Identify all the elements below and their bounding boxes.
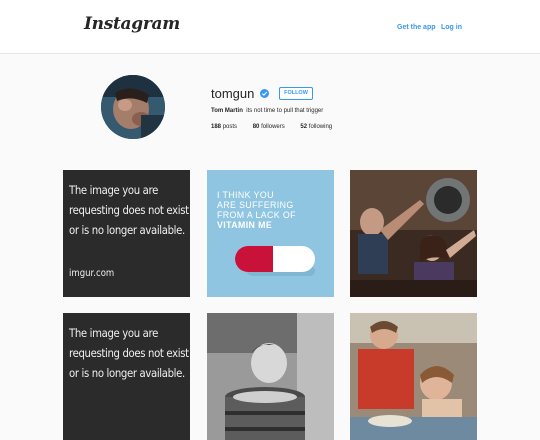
profile-bio-text: its not time to pull that trigger (246, 108, 324, 114)
posts-stat: 188 posts (211, 124, 237, 130)
imgur-line: The image you are (69, 183, 158, 197)
kids-eating-photo (350, 313, 477, 440)
imgur-missing-message: The image you are requesting does not ex… (69, 180, 189, 240)
verified-badge-icon (260, 89, 269, 98)
posts-count: 188 (211, 124, 222, 130)
profile-avatar[interactable] (101, 75, 165, 139)
party-photo (350, 170, 477, 297)
followers-count: 80 (252, 124, 260, 130)
profile-full-name: Tom Martin (211, 108, 243, 114)
post-tile[interactable] (207, 313, 334, 440)
profile-stats: 188 posts 80 followers 52 following (211, 124, 346, 130)
posts-label: posts (222, 124, 238, 130)
imgur-line: requesting does not exist (69, 346, 189, 360)
imgur-line: or is no longer available. (69, 366, 185, 380)
following-count: 52 (300, 124, 308, 130)
post-tile[interactable] (350, 313, 477, 440)
pill-illustration (235, 246, 315, 276)
imgur-site-label: imgur.com (69, 268, 115, 279)
following-label: following (308, 124, 333, 130)
get-the-app-link[interactable]: Get the app (397, 24, 436, 31)
avatar-photo (101, 75, 165, 139)
follow-button[interactable]: FOLLOW (279, 87, 313, 100)
profile-username: tomgun (211, 86, 255, 101)
post-tile[interactable] (350, 170, 477, 297)
post-tile[interactable]: The image you are requesting does not ex… (63, 313, 190, 440)
imgur-line: requesting does not exist (69, 203, 189, 217)
post-tile[interactable]: I THINK YOU ARE SUFFERING FROM A LACK OF… (207, 170, 334, 297)
log-in-link[interactable]: Log in (441, 24, 462, 31)
imgur-missing-message: The image you are requesting does not ex… (69, 323, 189, 383)
imgur-line: or is no longer available. (69, 223, 185, 237)
imgur-line: The image you are (69, 326, 158, 340)
followers-label: followers (261, 124, 285, 130)
post-tile[interactable]: The image you are requesting does not ex… (63, 170, 190, 297)
instagram-logo[interactable]: Instagram (84, 14, 180, 34)
top-navigation-bar: Instagram Get the app Log in (0, 0, 540, 54)
child-in-barrel-photo (207, 313, 334, 440)
followers-stat[interactable]: 80 followers (253, 124, 285, 130)
following-stat[interactable]: 52 following (300, 124, 332, 130)
profile-bio: Tom Martin its not time to pull that tri… (211, 108, 323, 114)
